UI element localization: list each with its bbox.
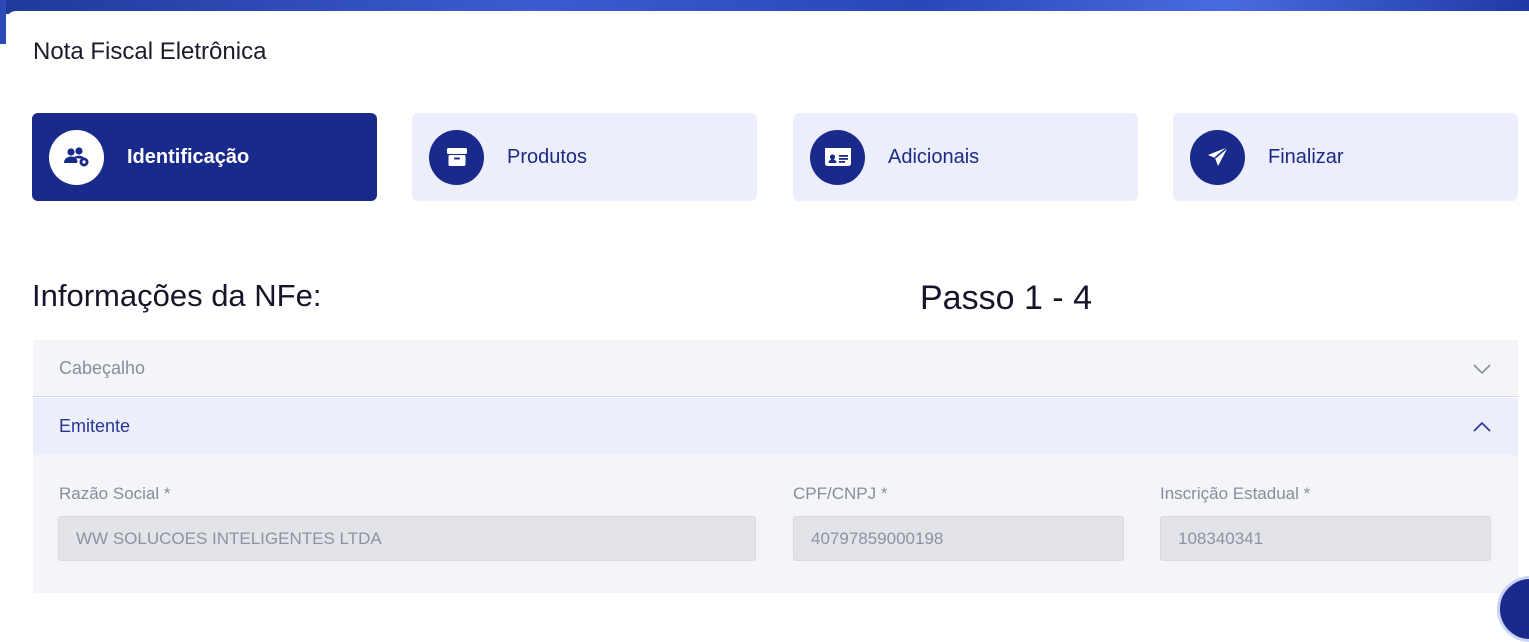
inscricao-estadual-label: Inscrição Estadual * [1160, 484, 1311, 503]
step-identificacao[interactable]: Identificação [32, 113, 377, 201]
accordion-emitente[interactable]: Emitente [33, 398, 1518, 455]
step-label: Finalizar [1268, 145, 1344, 168]
step-counter: Passo 1 - 4 [920, 279, 1092, 317]
cpf-cnpj-label: CPF/CNPJ * [793, 484, 888, 503]
accordion-cabecalho[interactable]: Cabeçalho [33, 340, 1518, 397]
accordion-label: Cabeçalho [59, 357, 146, 378]
inscricao-estadual-input[interactable] [1160, 516, 1491, 561]
step-label: Produtos [507, 145, 588, 168]
razao-social-label: Razão Social * [59, 484, 171, 503]
chevron-down-icon [1473, 364, 1491, 375]
razao-social-input[interactable] [58, 516, 756, 561]
chevron-up-icon [1473, 421, 1491, 432]
step-adicionais[interactable]: Adicionais [793, 113, 1138, 201]
section-title: Informações da NFe: [32, 278, 322, 313]
step-finalizar[interactable]: Finalizar [1173, 113, 1518, 201]
users-gear-icon [49, 129, 104, 185]
cpf-cnpj-input[interactable] [793, 516, 1124, 561]
box-icon [429, 129, 484, 185]
id-card-icon [810, 129, 865, 185]
paper-plane-icon [1190, 129, 1245, 185]
page-title: Nota Fiscal Eletrônica [33, 38, 267, 65]
step-produtos[interactable]: Produtos [412, 113, 757, 201]
step-label: Adicionais [888, 145, 980, 168]
accordion-label: Emitente [59, 416, 131, 436]
step-label: Identificação [127, 145, 250, 168]
